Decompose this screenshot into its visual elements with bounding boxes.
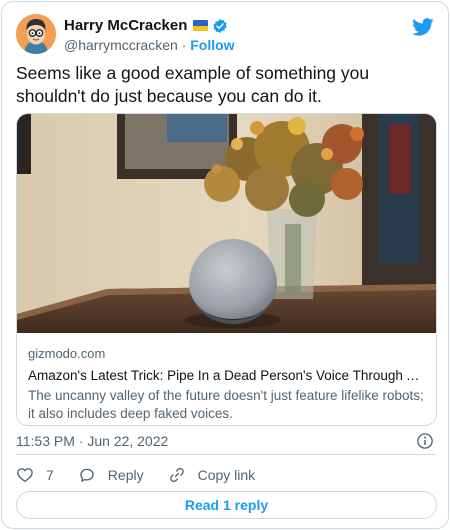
info-icon[interactable] [416, 432, 434, 450]
link-description: The uncanny valley of the future doesn't… [28, 388, 424, 421]
author-handle[interactable]: @harrymccracken [64, 37, 178, 53]
read-replies-button[interactable]: Read 1 reply [16, 491, 437, 519]
verified-badge-icon [213, 18, 228, 33]
twitter-bird-icon[interactable] [412, 16, 434, 38]
link-preview-card[interactable]: gizmodo.com Amazon's Latest Trick: Pipe … [16, 113, 437, 426]
reply-label: Reply [107, 467, 144, 483]
link-preview-image[interactable] [17, 114, 437, 333]
copy-link-label: Copy link [197, 467, 256, 483]
author-names: Harry McCracken @harrymccracken · Follow [64, 16, 235, 54]
tweet-timestamp[interactable]: 11:53 PM · Jun 22, 2022 [16, 432, 168, 450]
link-title[interactable]: Amazon's Latest Trick: Pipe In a Dead Pe… [28, 366, 428, 385]
link-icon [169, 467, 184, 483]
tweet-actions: 7 Reply Copy link [16, 465, 279, 485]
author-display-name[interactable]: Harry McCracken [64, 16, 187, 35]
like-count: 7 [46, 467, 54, 483]
handle-row: @harrymccracken · Follow [64, 36, 235, 54]
copy-link-button[interactable]: Copy link [168, 466, 256, 484]
link-domain: gizmodo.com [28, 346, 106, 361]
like-button[interactable]: 7 [16, 466, 54, 484]
link-preview-meta: gizmodo.com Amazon's Latest Trick: Pipe … [28, 346, 428, 423]
tweet-header: Harry McCracken @harrymccracken · Follow [16, 14, 436, 54]
handle-separator: · [181, 37, 187, 53]
avatar[interactable] [16, 14, 56, 54]
author-name-row: Harry McCracken [64, 16, 235, 35]
divider [16, 454, 436, 455]
tweet-text: Seems like a good example of something y… [16, 63, 370, 106]
reply-button[interactable]: Reply [78, 466, 144, 484]
reply-bubble-icon [80, 468, 94, 482]
tweet-embed-card: Harry McCracken @harrymccracken · Follow… [1, 1, 449, 529]
follow-link[interactable]: Follow [190, 37, 234, 53]
ukraine-flag-icon [193, 20, 209, 31]
heart-icon [17, 468, 33, 483]
